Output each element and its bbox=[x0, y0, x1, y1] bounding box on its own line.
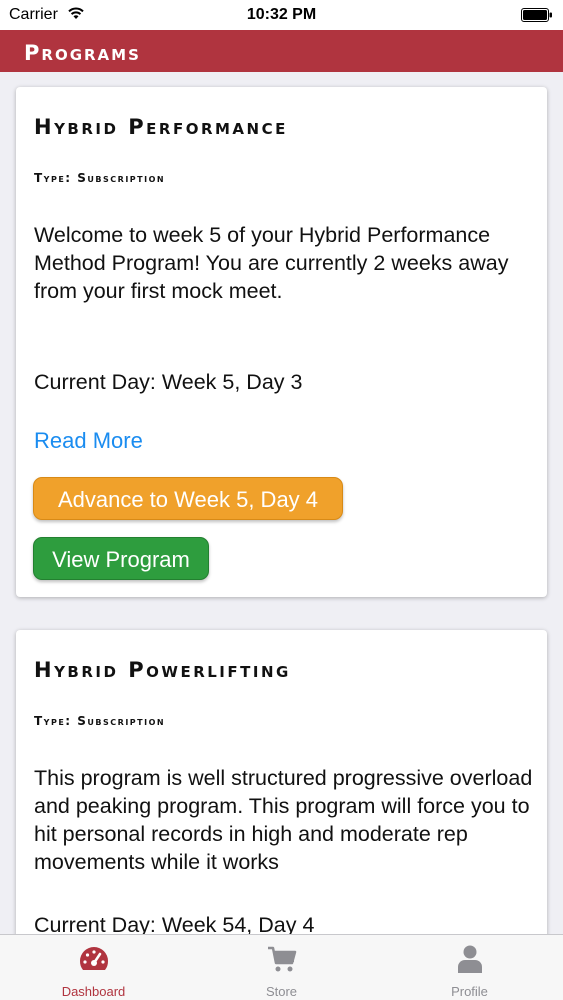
program-type: Type: Subscription bbox=[34, 171, 166, 185]
read-more-link[interactable]: Read More bbox=[34, 428, 143, 454]
program-description: This program is well structured progress… bbox=[34, 766, 533, 874]
programs-list[interactable]: Hybrid Performance Type: Subscription We… bbox=[0, 72, 563, 934]
person-icon bbox=[458, 945, 482, 973]
page-title: Programs bbox=[24, 41, 141, 65]
tab-label: Dashboard bbox=[61, 984, 126, 999]
view-program-button[interactable]: View Program bbox=[33, 537, 209, 580]
tab-label: Profile bbox=[451, 984, 488, 999]
program-card: Hybrid Powerlifting Type: Subscription T… bbox=[16, 630, 547, 934]
program-title: Hybrid Powerlifting bbox=[34, 658, 291, 682]
program-current-day: Current Day: Week 5, Day 3 bbox=[34, 370, 303, 394]
program-type: Type: Subscription bbox=[34, 714, 166, 728]
tab-profile[interactable]: Profile bbox=[376, 935, 563, 1000]
battery-icon bbox=[521, 8, 552, 22]
cart-icon bbox=[268, 946, 297, 972]
tab-store[interactable]: Store bbox=[188, 935, 375, 1000]
program-current-day: Current Day: Week 54, Day 4 bbox=[34, 913, 315, 934]
tab-label: Store bbox=[265, 984, 298, 999]
tab-dashboard[interactable]: Dashboard bbox=[0, 935, 187, 1000]
dashboard-icon bbox=[79, 947, 109, 970]
program-card: Hybrid Performance Type: Subscription We… bbox=[16, 87, 547, 597]
advance-day-button[interactable]: Advance to Week 5, Day 4 bbox=[33, 477, 343, 520]
status-time: 10:32 PM bbox=[246, 6, 317, 23]
tab-bar: Dashboard Store Profile bbox=[0, 934, 563, 1000]
nav-bar: Programs bbox=[0, 30, 563, 72]
status-bar: Carrier 10:32 PM bbox=[0, 0, 563, 30]
program-description: Welcome to week 5 of your Hybrid Perform… bbox=[34, 223, 509, 303]
program-title: Hybrid Performance bbox=[34, 115, 288, 139]
